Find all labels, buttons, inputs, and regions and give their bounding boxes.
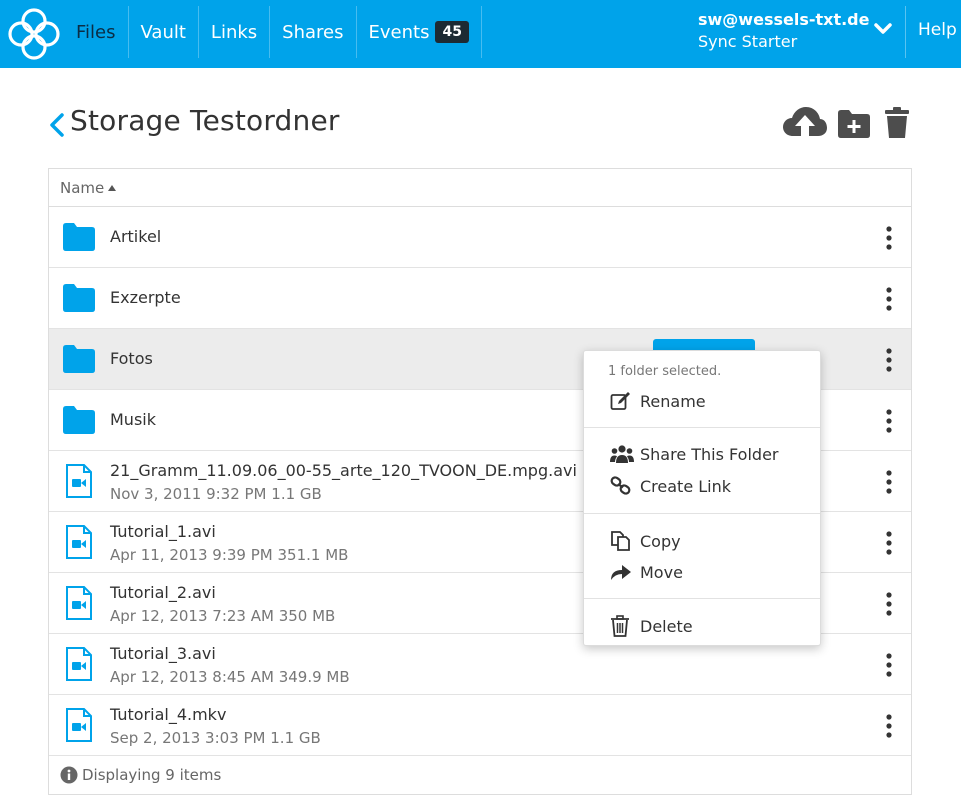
users-icon (610, 445, 634, 463)
nav-shares-label: Shares (282, 21, 344, 43)
file-name[interactable]: Tutorial_3.avi (110, 644, 216, 663)
new-folder-icon[interactable] (836, 109, 872, 139)
file-name[interactable]: Tutorial_2.avi (110, 583, 216, 602)
nav-links-label: Links (210, 21, 258, 43)
menu-item-move[interactable]: Move (584, 558, 820, 586)
nav-shares[interactable]: Shares (270, 6, 357, 58)
file-meta: Apr 11, 2013 9:39 PM 351.1 MB (110, 546, 349, 564)
main-nav: Files Vault Links Shares Events 45 (64, 6, 482, 58)
events-count-badge: 45 (435, 21, 469, 43)
file-meta: Apr 12, 2013 8:45 AM 349.9 MB (110, 668, 350, 686)
video-file-icon (66, 586, 92, 620)
menu-divider (584, 427, 820, 428)
nav-links[interactable]: Links (199, 6, 271, 58)
upload-cloud-icon[interactable] (782, 106, 828, 140)
menu-divider (584, 513, 820, 514)
chevron-down-icon[interactable] (872, 18, 894, 40)
top-navigation-bar: Files Vault Links Shares Events 45 sw@we… (0, 0, 961, 68)
menu-item-delete-label: Delete (640, 616, 693, 636)
link-icon (610, 476, 631, 495)
copy-icon (611, 531, 630, 551)
file-name[interactable]: 21_Gramm_11.09.06_00-55_arte_120_TVOON_D… (110, 461, 577, 480)
folder-icon (63, 345, 95, 373)
nav-vault-label: Vault (140, 21, 186, 43)
more-options-icon[interactable] (885, 287, 893, 311)
menu-selection-info: 1 folder selected. (608, 364, 722, 379)
more-options-icon[interactable] (885, 470, 893, 494)
more-options-icon[interactable] (885, 409, 893, 433)
nav-vault[interactable]: Vault (129, 6, 199, 58)
file-name[interactable]: Exzerpte (110, 288, 181, 307)
help-link[interactable]: Help (918, 20, 957, 40)
menu-item-delete[interactable]: Delete (584, 612, 820, 640)
video-file-icon (66, 464, 92, 498)
more-options-icon[interactable] (885, 348, 893, 372)
forward-arrow-icon (611, 565, 631, 580)
folder-icon (63, 284, 95, 312)
menu-item-rename-label: Rename (640, 391, 706, 411)
more-options-icon[interactable] (885, 592, 893, 616)
menu-divider (584, 598, 820, 599)
table-row[interactable]: Exzerpte (49, 268, 911, 329)
account-plan: Sync Starter (698, 32, 798, 51)
folder-icon (63, 223, 95, 251)
column-header-name[interactable]: Name (49, 169, 911, 207)
menu-item-copy[interactable]: Copy (584, 527, 820, 555)
more-options-icon[interactable] (885, 653, 893, 677)
sort-ascending-icon (108, 184, 117, 191)
menu-item-move-label: Move (640, 562, 683, 582)
table-footer: Displaying 9 items (49, 756, 911, 794)
folder-icon (63, 406, 95, 434)
page-title: Storage Testordner (70, 104, 340, 137)
account-email: sw@wessels-txt.de (698, 10, 870, 29)
video-file-icon (66, 525, 92, 559)
nav-files-label: Files (76, 21, 116, 43)
menu-item-copy-label: Copy (640, 531, 681, 551)
account-menu[interactable]: sw@wessels-txt.de Sync Starter (698, 9, 869, 53)
file-name[interactable]: Fotos (110, 349, 153, 368)
file-meta: Apr 12, 2013 7:23 AM 350 MB (110, 607, 336, 625)
video-file-icon (66, 708, 92, 742)
logo-icon[interactable] (6, 6, 62, 62)
more-options-icon[interactable] (885, 531, 893, 555)
video-file-icon (66, 647, 92, 681)
more-options-icon[interactable] (885, 714, 893, 738)
info-icon (60, 766, 78, 784)
trash-icon[interactable] (884, 107, 910, 139)
column-header-name-label: Name (60, 178, 105, 197)
menu-item-share-folder[interactable]: Share This Folder (584, 440, 820, 468)
file-name[interactable]: Tutorial_1.avi (110, 522, 216, 541)
nav-events[interactable]: Events 45 (357, 6, 482, 58)
menu-item-share-folder-label: Share This Folder (640, 444, 779, 464)
item-count: Displaying 9 items (82, 766, 222, 784)
menu-item-create-link[interactable]: Create Link (584, 472, 820, 500)
menu-item-create-link-label: Create Link (640, 476, 732, 496)
file-name[interactable]: Artikel (110, 227, 161, 246)
menu-item-rename[interactable]: Rename (584, 387, 820, 415)
nav-divider (905, 6, 906, 58)
folder-context-menu: 1 folder selected. Rename Share This Fol… (583, 350, 821, 646)
file-name[interactable]: Tutorial_4.mkv (110, 705, 226, 724)
file-meta: Sep 2, 2013 3:03 PM 1.1 GB (110, 729, 321, 747)
back-chevron-icon[interactable] (48, 112, 66, 138)
edit-icon (610, 392, 630, 410)
file-meta: Nov 3, 2011 9:32 PM 1.1 GB (110, 485, 322, 503)
table-row[interactable]: Tutorial_4.mkv Sep 2, 2013 3:03 PM 1.1 G… (49, 695, 911, 756)
file-name[interactable]: Musik (110, 410, 156, 429)
nav-events-label: Events (368, 21, 430, 43)
table-row[interactable]: Artikel (49, 207, 911, 268)
trash-icon (611, 615, 629, 637)
nav-files[interactable]: Files (64, 6, 129, 58)
more-options-icon[interactable] (885, 226, 893, 250)
